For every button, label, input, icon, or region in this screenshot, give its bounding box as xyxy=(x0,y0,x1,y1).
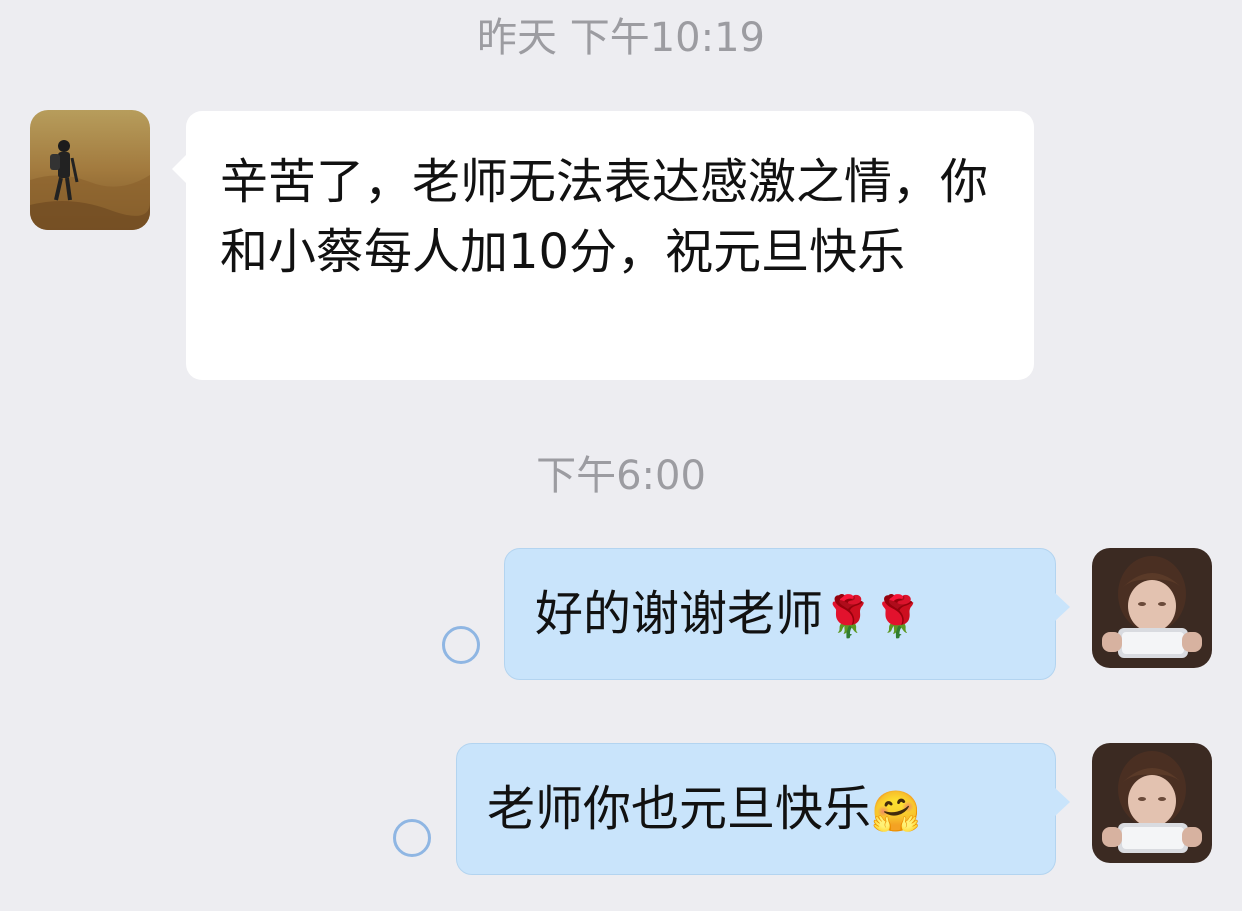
sending-circle-icon xyxy=(442,626,480,664)
timestamp-today: 下午6:00 xyxy=(536,453,706,499)
incoming-message-text: 辛苦了，老师无法表达感激之情，你和小蔡每人加10分，祝元旦快乐 xyxy=(220,154,989,280)
sending-circle-icon xyxy=(393,819,431,857)
outgoing-message-text: 老师你也元旦快乐 xyxy=(487,781,872,837)
girl-photo-avatar[interactable] xyxy=(1092,743,1212,863)
timestamp-yesterday: 昨天 下午10:19 xyxy=(477,15,765,61)
bubble-tail xyxy=(172,155,186,183)
outgoing-message-bubble[interactable]: 老师你也元旦快乐🤗 xyxy=(456,743,1070,875)
hiker-avatar-image xyxy=(30,110,150,230)
hug-emoji-icon: 🤗 xyxy=(871,789,921,835)
girl-avatar-image xyxy=(1092,548,1212,668)
girl-avatar-image xyxy=(1092,743,1212,863)
outgoing-message-text: 好的谢谢老师 xyxy=(535,586,824,642)
bubble-tail xyxy=(1055,788,1070,816)
bubble-tail xyxy=(1055,593,1070,621)
hiker-photo-avatar[interactable] xyxy=(30,110,150,230)
incoming-message-bubble[interactable]: 辛苦了，老师无法表达感激之情，你和小蔡每人加10分，祝元旦快乐 xyxy=(172,111,1034,380)
girl-photo-avatar[interactable] xyxy=(1092,548,1212,668)
outgoing-message-bubble[interactable]: 好的谢谢老师🌹🌹 xyxy=(504,548,1070,680)
rose-emoji-icon: 🌹🌹 xyxy=(823,594,923,640)
